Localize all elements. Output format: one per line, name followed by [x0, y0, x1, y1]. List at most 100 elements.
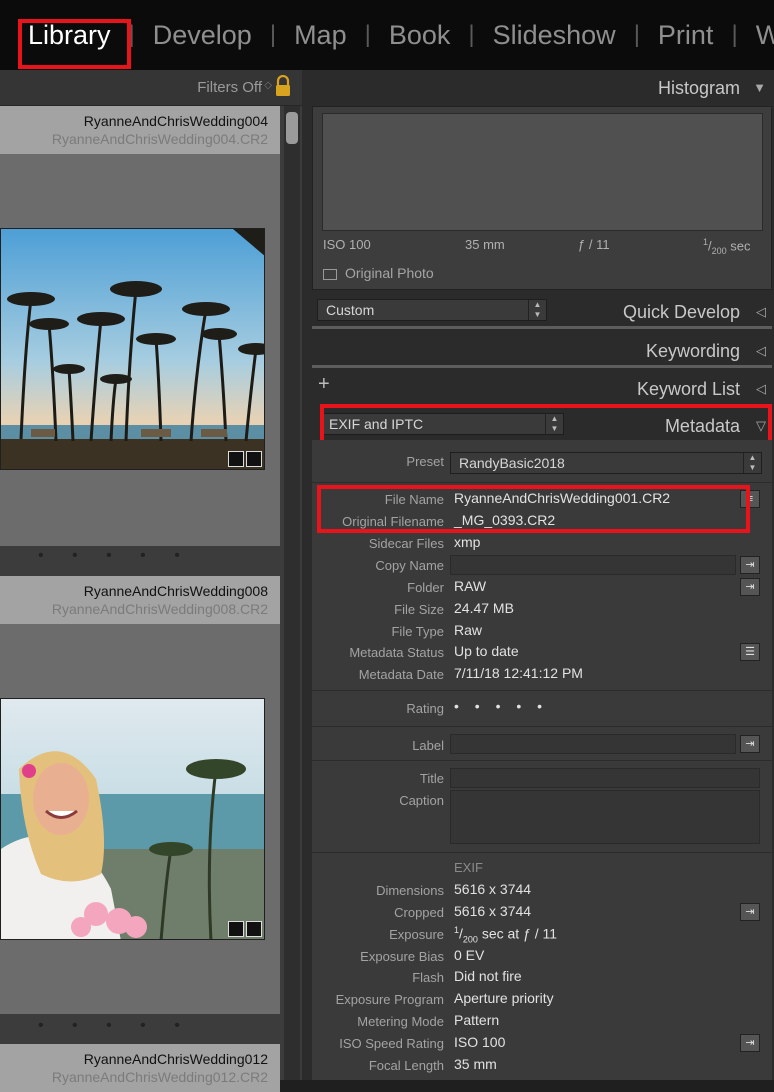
- flash-value: Did not fire: [454, 968, 522, 984]
- rating-label: Rating: [406, 701, 444, 716]
- section-divider: [312, 726, 772, 727]
- exposure-program-value: Aperture priority: [454, 990, 554, 1006]
- palm-trees-photo: [1, 229, 264, 469]
- metadata-date-label: Metadata Date: [358, 667, 444, 682]
- module-slideshow[interactable]: Slideshow: [475, 20, 634, 51]
- keyword-list-header[interactable]: + Keyword List ◁: [312, 371, 774, 409]
- histogram-header[interactable]: Histogram ▼: [312, 70, 774, 108]
- title-field[interactable]: [450, 768, 760, 788]
- grid-cell[interactable]: RyanneAndChrisWedding008 RyanneAndChrisW…: [0, 576, 280, 1034]
- module-web[interactable]: We: [738, 20, 774, 51]
- collapse-triangle-icon[interactable]: ◁: [756, 304, 766, 320]
- metadata-view-value: EXIF and IPTC: [329, 416, 424, 432]
- panel-divider: [312, 326, 772, 329]
- panel-divider: [312, 365, 772, 368]
- histogram-graph[interactable]: [322, 113, 763, 231]
- grid-cell[interactable]: RyanneAndChrisWedding012 RyanneAndChrisW…: [0, 1044, 280, 1092]
- module-develop[interactable]: Develop: [135, 20, 270, 51]
- iso-readout[interactable]: ISO 100: [323, 237, 371, 252]
- metadata-status-value: Up to date: [454, 643, 519, 659]
- exposure-label: Exposure: [389, 927, 444, 942]
- metadata-view-select[interactable]: EXIF and IPTC ▲ ▼: [320, 413, 564, 435]
- rating-stars[interactable]: • • • • •: [454, 698, 548, 714]
- label-field[interactable]: [450, 734, 736, 754]
- original-filename-label: Original Filename: [342, 514, 444, 529]
- grid-scrollbar[interactable]: [284, 106, 300, 1080]
- exposure-bias-label: Exposure Bias: [360, 949, 444, 964]
- cell-filename: RyanneAndChrisWedding004.CR2: [51, 131, 268, 147]
- cell-title: RyanneAndChrisWedding004: [83, 113, 268, 129]
- cell-filename: RyanneAndChrisWedding012.CR2: [51, 1069, 268, 1085]
- grid-cell[interactable]: RyanneAndChrisWedding004 RyanneAndChrisW…: [0, 106, 280, 564]
- thumbnail-grid: RyanneAndChrisWedding004 RyanneAndChrisW…: [0, 106, 282, 1092]
- aperture-readout[interactable]: ƒ / 11: [578, 237, 610, 252]
- metadata-preset-select[interactable]: RandyBasic2018 ▲ ▼: [450, 452, 762, 474]
- develop-badge-icon: [228, 451, 244, 467]
- exif-heading: EXIF: [454, 860, 483, 875]
- metadata-status-label: Metadata Status: [349, 645, 444, 660]
- metadata-panel: Preset RandyBasic2018 ▲ ▼ File Name Ryann…: [312, 440, 772, 1080]
- file-name-value[interactable]: RyanneAndChrisWedding001.CR2: [454, 490, 670, 506]
- copy-name-go-button[interactable]: ⇥: [740, 556, 760, 574]
- rename-button[interactable]: ≡: [740, 490, 760, 508]
- metadata-status-button[interactable]: ☰: [740, 643, 760, 661]
- quick-develop-preset-select[interactable]: Custom ▲ ▼: [317, 299, 547, 321]
- collapse-triangle-icon[interactable]: ▽: [756, 418, 766, 434]
- focal-readout[interactable]: 35 mm: [465, 237, 505, 252]
- quick-develop-preset-value: Custom: [326, 302, 375, 318]
- original-photo-checkbox[interactable]: [323, 269, 337, 280]
- module-nav: Library | Develop | Map | Book | Slidesh…: [0, 0, 774, 70]
- caption-label: Caption: [399, 793, 444, 808]
- histogram-title: Histogram: [657, 78, 740, 98]
- iso-go-button[interactable]: ⇥: [740, 1034, 760, 1052]
- bride-photo: [1, 699, 264, 939]
- cropped-value: 5616 x 3744: [454, 903, 532, 919]
- histogram: ISO 100 35 mm ƒ / 11 1/200 sec Original …: [312, 106, 772, 290]
- exposure-numerator: 1: [454, 925, 460, 935]
- cropped-go-button[interactable]: ⇥: [740, 903, 760, 921]
- grid-scrollbar-thumb[interactable]: [286, 112, 298, 144]
- cell-rating[interactable]: • • • • •: [38, 1017, 192, 1035]
- collapse-triangle-icon[interactable]: ◁: [756, 343, 766, 359]
- shutter-unit: sec: [730, 238, 751, 254]
- collapse-triangle-icon[interactable]: ▼: [753, 80, 766, 95]
- lock-icon[interactable]: [274, 75, 292, 97]
- file-type-label: File Type: [391, 624, 444, 639]
- preset-label: Preset: [406, 454, 444, 469]
- cell-title: RyanneAndChrisWedding012: [83, 1051, 268, 1067]
- grid-view-panel: Filters Off ◇ RyanneAndChrisWedding004 R…: [0, 70, 302, 1092]
- thumbnail-palm-trees[interactable]: [0, 228, 265, 470]
- exposure-bias-value: 0 EV: [454, 947, 485, 963]
- file-name-label: File Name: [384, 492, 444, 507]
- exposure-denominator: 200: [462, 934, 478, 945]
- spinner-icon: ▲ ▼: [545, 414, 563, 434]
- module-book[interactable]: Book: [371, 20, 469, 51]
- module-print[interactable]: Print: [640, 20, 732, 51]
- iso-value: ISO 100: [454, 1034, 506, 1050]
- label-go-button[interactable]: ⇥: [740, 735, 760, 753]
- folder-value: RAW: [454, 578, 487, 594]
- crop-badge-icon: [246, 921, 262, 937]
- folder-go-button[interactable]: ⇥: [740, 578, 760, 596]
- thumbnail-bride[interactable]: [0, 698, 265, 940]
- module-library[interactable]: Library: [0, 20, 129, 51]
- section-divider: [312, 482, 772, 483]
- filters-off-button[interactable]: Filters Off: [197, 79, 262, 96]
- thumbnail-badges: [228, 921, 262, 937]
- exposure-value: 1/200 sec at ƒ / 11: [454, 925, 558, 945]
- collapse-triangle-icon[interactable]: ◁: [756, 381, 766, 397]
- file-size-label: File Size: [394, 602, 444, 617]
- title-label: Title: [419, 771, 444, 786]
- cell-rating[interactable]: • • • • •: [38, 547, 192, 565]
- exposure-program-label: Exposure Program: [335, 992, 444, 1007]
- right-panel: Histogram ▼ ISO 100 35 mm ƒ / 11 1/200 s…: [302, 70, 774, 1080]
- module-map[interactable]: Map: [276, 20, 365, 51]
- sidecar-value: xmp: [454, 534, 481, 550]
- copy-name-field[interactable]: [450, 555, 736, 575]
- caption-field[interactable]: [450, 790, 760, 844]
- file-type-value: Raw: [454, 622, 483, 638]
- add-keyword-icon[interactable]: +: [318, 373, 330, 396]
- shutter-readout[interactable]: 1/200 sec: [703, 237, 751, 256]
- cell-header: RyanneAndChrisWedding008 RyanneAndChrisW…: [0, 576, 280, 624]
- spinner-icon: ▲ ▼: [743, 453, 761, 473]
